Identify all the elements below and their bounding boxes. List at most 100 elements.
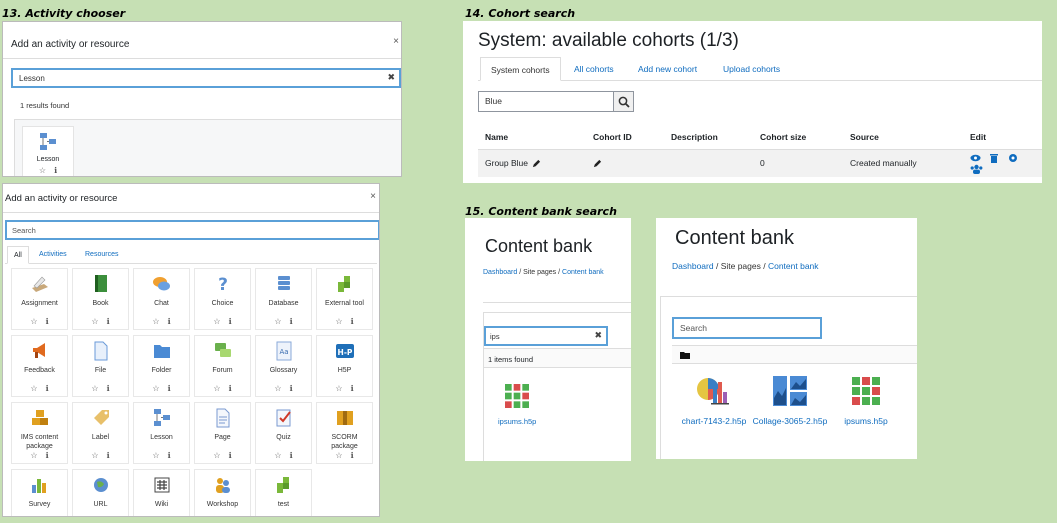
clear-search-icon[interactable]: ✖ [594, 330, 602, 341]
activity-tile[interactable]: Label ☆ ℹ [72, 402, 129, 464]
content-file-item[interactable]: ipsums.h5p [498, 383, 536, 426]
info-icon[interactable]: ℹ [168, 384, 171, 393]
activity-tile[interactable]: Aa Glossary ☆ ℹ [255, 335, 312, 397]
column-header[interactable]: Name [478, 125, 586, 150]
cohort-search-input[interactable]: Blue [478, 91, 614, 112]
activity-tile[interactable]: IMS content package ☆ ℹ [11, 402, 68, 464]
tab-system-cohorts[interactable]: System cohorts [480, 57, 561, 81]
breadcrumb-content-bank[interactable]: Content bank [768, 261, 819, 271]
tab-resources[interactable]: Resources [79, 246, 124, 264]
users-icon[interactable] [970, 164, 983, 174]
clear-search-icon[interactable]: ✖ [387, 72, 395, 83]
star-icon[interactable]: ☆ [152, 317, 159, 326]
star-icon[interactable]: ☆ [213, 317, 220, 326]
star-icon[interactable]: ☆ [335, 317, 342, 326]
activity-tile[interactable]: Page ☆ ℹ [194, 402, 251, 464]
gear-icon[interactable] [1008, 153, 1018, 163]
star-icon[interactable]: ☆ [91, 451, 98, 460]
activity-tile[interactable]: URL☆ℹ [72, 469, 129, 516]
activity-tile[interactable]: test☆ℹ [255, 469, 312, 516]
dialog-title: Add an activity or resource [5, 193, 118, 204]
activity-tile[interactable]: File ☆ ℹ [72, 335, 129, 397]
activity-tile[interactable]: Chat ☆ ℹ [133, 268, 190, 330]
close-icon[interactable]: × [393, 36, 399, 47]
info-icon[interactable]: ℹ [290, 451, 293, 460]
info-icon[interactable]: ℹ [351, 317, 354, 326]
column-header[interactable]: Cohort size [753, 125, 843, 150]
info-icon[interactable]: ℹ [168, 451, 171, 460]
content-file-item[interactable]: ipsums.h5p [827, 376, 905, 427]
search-button[interactable] [613, 91, 634, 112]
breadcrumb-dashboard[interactable]: Dashboard [672, 261, 714, 271]
activity-tile[interactable]: Lesson ☆ ℹ [133, 402, 190, 464]
info-icon[interactable]: ℹ [107, 317, 110, 326]
info-icon[interactable]: ℹ [46, 384, 49, 393]
star-icon[interactable]: ☆ [274, 384, 281, 393]
info-icon[interactable]: ℹ [229, 384, 232, 393]
star-icon[interactable]: ☆ [39, 166, 46, 175]
star-icon[interactable]: ☆ [274, 451, 281, 460]
star-icon[interactable]: ☆ [30, 317, 37, 326]
info-icon[interactable]: ℹ [168, 317, 171, 326]
activity-tile[interactable]: Forum ☆ ℹ [194, 335, 251, 397]
tab-add-new-cohort[interactable]: Add new cohort [628, 57, 707, 81]
tab-activities[interactable]: Activities [33, 246, 73, 264]
pencil-icon[interactable] [532, 159, 541, 168]
eye-icon[interactable] [970, 154, 981, 162]
star-icon[interactable]: ☆ [91, 384, 98, 393]
info-icon[interactable]: ℹ [107, 451, 110, 460]
content-search-input[interactable]: ips ✖ [484, 326, 608, 346]
content-file-item[interactable]: chart-7143-2.h5p [675, 376, 753, 427]
column-header[interactable]: Description [664, 125, 753, 150]
column-header[interactable]: Cohort ID [586, 125, 664, 150]
tab-upload-cohorts[interactable]: Upload cohorts [713, 57, 790, 81]
activity-tile[interactable]: Survey☆ℹ [11, 469, 68, 516]
star-icon[interactable]: ☆ [30, 451, 37, 460]
activity-tile[interactable]: Book ☆ ℹ [72, 268, 129, 330]
star-icon[interactable]: ☆ [30, 384, 37, 393]
star-icon[interactable]: ☆ [274, 317, 281, 326]
activity-tile[interactable]: Feedback ☆ ℹ [11, 335, 68, 397]
content-search-input[interactable]: Search [672, 317, 822, 339]
column-header[interactable]: Source [843, 125, 963, 150]
breadcrumb-content-bank[interactable]: Content bank [562, 269, 604, 276]
star-icon[interactable]: ☆ [152, 451, 159, 460]
star-icon[interactable]: ☆ [335, 451, 342, 460]
info-icon[interactable]: ℹ [54, 166, 57, 175]
info-icon[interactable]: ℹ [351, 384, 354, 393]
activity-tile[interactable]: Folder ☆ ℹ [133, 335, 190, 397]
info-icon[interactable]: ℹ [229, 317, 232, 326]
activity-tile[interactable]: ? Choice ☆ ℹ [194, 268, 251, 330]
activity-tile-lesson[interactable]: Lesson ☆ ℹ [22, 126, 74, 176]
info-icon[interactable]: ℹ [290, 317, 293, 326]
star-icon[interactable]: ☆ [213, 451, 220, 460]
star-icon[interactable]: ☆ [152, 384, 159, 393]
close-icon[interactable]: × [370, 191, 376, 202]
activity-tile[interactable]: Wiki☆ℹ [133, 469, 190, 516]
pencil-icon[interactable] [593, 159, 602, 168]
info-icon[interactable]: ℹ [229, 451, 232, 460]
activity-tile[interactable]: Quiz ☆ ℹ [255, 402, 312, 464]
activity-tile[interactable]: H-P H5P ☆ ℹ [316, 335, 373, 397]
activity-tile[interactable]: Assignment ☆ ℹ [11, 268, 68, 330]
star-icon[interactable]: ☆ [91, 317, 98, 326]
info-icon[interactable]: ℹ [107, 384, 110, 393]
info-icon[interactable]: ℹ [290, 384, 293, 393]
search-input[interactable]: Lesson ✖ [11, 68, 401, 88]
trash-icon[interactable] [990, 153, 999, 164]
folder-icon[interactable] [680, 351, 690, 359]
tab-all-cohorts[interactable]: All cohorts [564, 57, 624, 81]
tab-all[interactable]: All [7, 246, 29, 264]
activity-tile[interactable]: SCORM package ☆ ℹ [316, 402, 373, 464]
info-icon[interactable]: ℹ [46, 451, 49, 460]
activity-tile[interactable]: External tool ☆ ℹ [316, 268, 373, 330]
activity-tile[interactable]: Database ☆ ℹ [255, 268, 312, 330]
star-icon[interactable]: ☆ [335, 384, 342, 393]
activity-tile[interactable]: Workshop☆ℹ [194, 469, 251, 516]
search-input[interactable]: Search [5, 220, 379, 240]
info-icon[interactable]: ℹ [46, 317, 49, 326]
content-file-item[interactable]: Collage-3065-2.h5p [751, 376, 829, 427]
info-icon[interactable]: ℹ [351, 451, 354, 460]
star-icon[interactable]: ☆ [213, 384, 220, 393]
breadcrumb-dashboard[interactable]: Dashboard [483, 269, 517, 276]
